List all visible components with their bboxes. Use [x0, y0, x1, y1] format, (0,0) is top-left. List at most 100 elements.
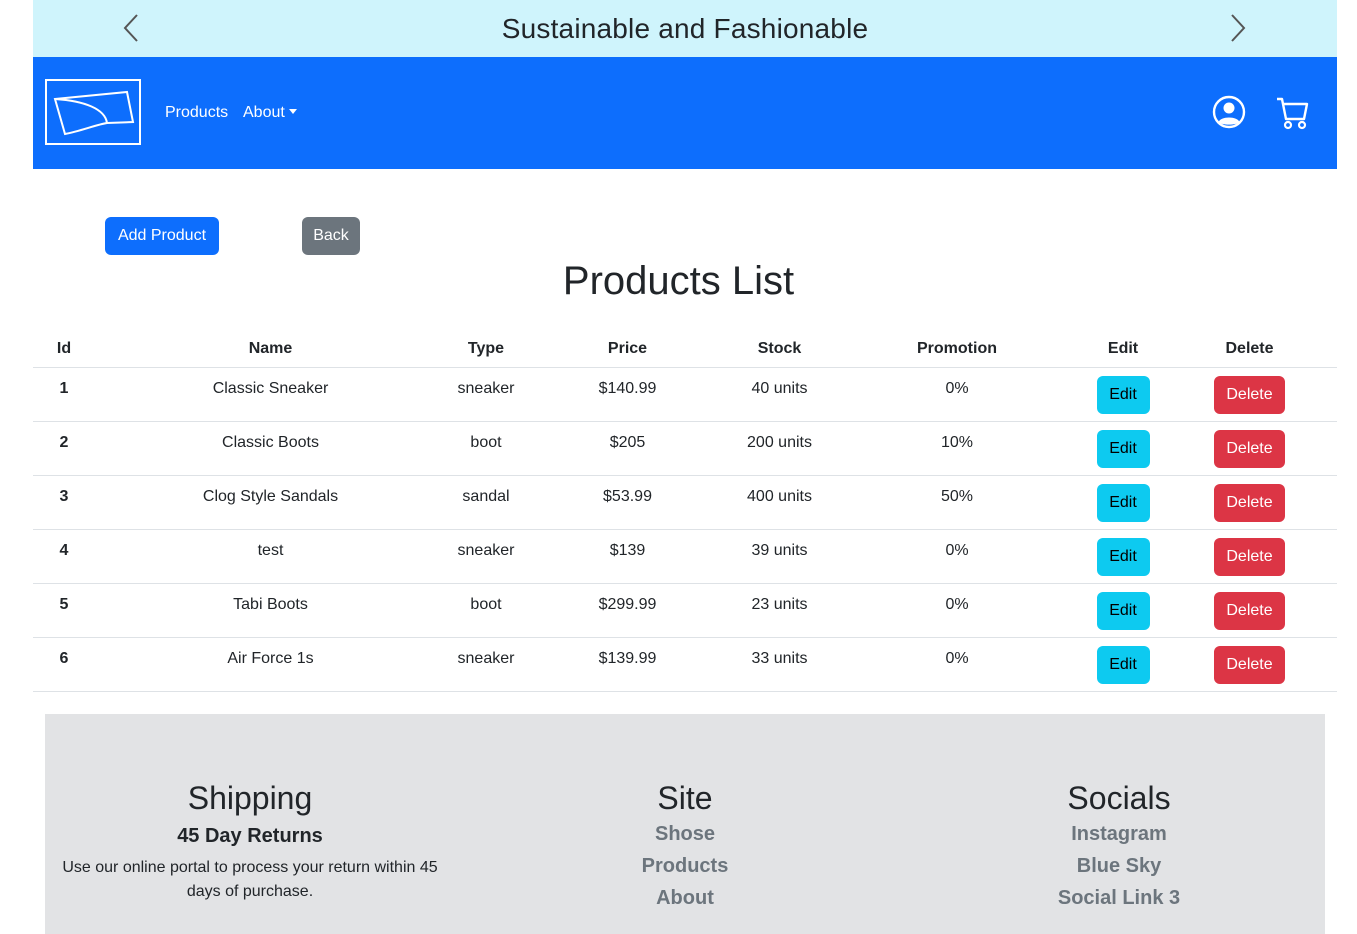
footer-socials-heading: Socials [1067, 780, 1171, 816]
product-id: 3 [33, 475, 95, 530]
products-table: Id Name Type Price Stock Promotion Edit … [33, 330, 1337, 692]
product-stock: 400 units [729, 475, 830, 530]
product-id: 5 [33, 583, 95, 638]
footer-returns-text: Use our online portal to process your re… [62, 859, 438, 900]
product-promotion: 0% [830, 583, 1084, 638]
edit-button[interactable]: Edit [1096, 484, 1150, 522]
product-price: $299.99 [526, 583, 729, 638]
column-header: Promotion [830, 330, 1084, 368]
banner-text: Sustainable and Fashionable [501, 12, 869, 44]
product-name: Classic Sneaker [95, 367, 446, 422]
product-promotion: 10% [830, 421, 1084, 476]
footer-link-instagram[interactable]: Instagram [1019, 818, 1219, 850]
product-type: sandal [446, 475, 526, 530]
chevron-right-icon[interactable] [1228, 13, 1248, 43]
edit-button[interactable]: Edit [1096, 592, 1150, 630]
edit-button[interactable]: Edit [1096, 538, 1150, 576]
back-button[interactable]: Back [302, 217, 360, 255]
edit-button[interactable]: Edit [1096, 376, 1150, 414]
product-name: Tabi Boots [95, 583, 446, 638]
delete-cell: Delete [1162, 583, 1337, 638]
edit-cell: Edit [1084, 475, 1162, 530]
promo-banner: Sustainable and Fashionable [33, 0, 1337, 57]
footer-link-products[interactable]: Products [585, 850, 785, 882]
edit-cell: Edit [1084, 637, 1162, 692]
product-price: $53.99 [526, 475, 729, 530]
footer: Shipping 45 Day Returns Use our online p… [45, 714, 1325, 934]
product-stock: 40 units [729, 367, 830, 422]
product-promotion: 0% [830, 637, 1084, 692]
delete-cell: Delete [1162, 637, 1337, 692]
delete-cell: Delete [1162, 421, 1337, 476]
delete-button[interactable]: Delete [1214, 538, 1285, 576]
edit-cell: Edit [1084, 421, 1162, 476]
edit-cell: Edit [1084, 367, 1162, 422]
navbar: Products About [33, 57, 1337, 169]
footer-returns-subheading: 45 Day Returns [177, 825, 323, 847]
product-stock: 39 units [729, 529, 830, 584]
shose-logo[interactable] [45, 79, 141, 145]
table-row: 6 Air Force 1s sneaker $139.99 33 units … [33, 637, 1337, 692]
page-title: Products List [562, 259, 795, 303]
edit-cell: Edit [1084, 583, 1162, 638]
edit-cell: Edit [1084, 529, 1162, 584]
delete-button[interactable]: Delete [1214, 430, 1285, 468]
delete-button[interactable]: Delete [1214, 646, 1285, 684]
footer-shipping-heading: Shipping [187, 780, 313, 816]
caret-down-icon [288, 109, 297, 115]
product-name: Clog Style Sandals [95, 475, 446, 530]
nav-products-link[interactable]: Products [165, 104, 228, 122]
delete-cell: Delete [1162, 475, 1337, 530]
delete-cell: Delete [1162, 529, 1337, 584]
chevron-left-icon[interactable] [121, 13, 141, 43]
table-row: 1 Classic Sneaker sneaker $140.99 40 uni… [33, 367, 1337, 422]
cart-icon[interactable] [1275, 95, 1309, 131]
product-name: Air Force 1s [95, 637, 446, 692]
column-header: Stock [729, 330, 830, 368]
column-header: Edit [1084, 330, 1162, 368]
column-header: Price [526, 330, 729, 368]
footer-socials-column: Socials Instagram Blue Sky Social Link 3 [1019, 778, 1219, 914]
edit-button[interactable]: Edit [1096, 646, 1150, 684]
product-type: sneaker [446, 529, 526, 584]
product-price: $205 [526, 421, 729, 476]
footer-shipping-column: Shipping 45 Day Returns Use our online p… [55, 778, 445, 904]
person-circle-icon[interactable] [1212, 95, 1246, 129]
product-type: sneaker [446, 637, 526, 692]
footer-link-about[interactable]: About [585, 882, 785, 914]
product-type: boot [446, 583, 526, 638]
delete-button[interactable]: Delete [1214, 484, 1285, 522]
column-header: Delete [1162, 330, 1337, 368]
product-id: 2 [33, 421, 95, 476]
product-id: 4 [33, 529, 95, 584]
footer-link-social3[interactable]: Social Link 3 [1019, 882, 1219, 914]
product-promotion: 50% [830, 475, 1084, 530]
product-id: 6 [33, 637, 95, 692]
column-header: Name [95, 330, 446, 368]
delete-button[interactable]: Delete [1214, 376, 1285, 414]
table-row: 5 Tabi Boots boot $299.99 23 units 0% Ed… [33, 583, 1337, 638]
product-stock: 200 units [729, 421, 830, 476]
product-id: 1 [33, 367, 95, 422]
delete-button[interactable]: Delete [1214, 592, 1285, 630]
product-name: Classic Boots [95, 421, 446, 476]
column-header: Type [446, 330, 526, 368]
product-stock: 33 units [729, 637, 830, 692]
product-price: $139 [526, 529, 729, 584]
table-row: 2 Classic Boots boot $205 200 units 10% … [33, 421, 1337, 476]
table-row: 4 test sneaker $139 39 units 0% Edit Del… [33, 529, 1337, 584]
product-promotion: 0% [830, 529, 1084, 584]
footer-site-heading: Site [657, 780, 713, 816]
nav-about-label: About [243, 104, 285, 121]
product-type: sneaker [446, 367, 526, 422]
footer-link-shose[interactable]: Shose [585, 818, 785, 850]
product-price: $139.99 [526, 637, 729, 692]
footer-link-bluesky[interactable]: Blue Sky [1019, 850, 1219, 882]
product-stock: 23 units [729, 583, 830, 638]
delete-cell: Delete [1162, 367, 1337, 422]
product-type: boot [446, 421, 526, 476]
add-product-button[interactable]: Add Product [105, 217, 219, 255]
footer-site-column: Site Shose Products About [585, 778, 785, 914]
nav-about-dropdown[interactable]: About [243, 104, 297, 122]
edit-button[interactable]: Edit [1096, 430, 1150, 468]
